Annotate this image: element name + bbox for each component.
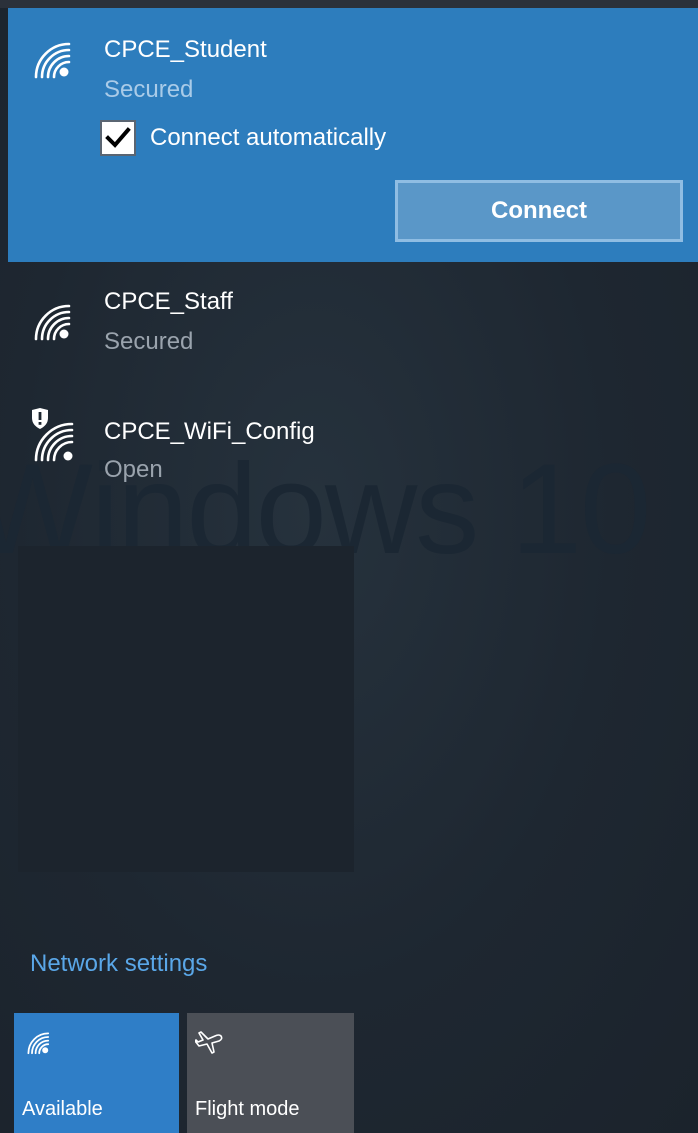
network-status: Secured [104, 328, 194, 355]
network-status: Open [104, 456, 163, 483]
network-ssid: CPCE_Staff [104, 288, 233, 315]
flyout-top-edge [0, 0, 698, 8]
checkmark-icon [105, 127, 131, 148]
network-item-cpce-staff[interactable]: CPCE_Staff Secured [8, 270, 698, 370]
background-dark-region [18, 546, 354, 872]
network-item-cpce-wifi-config[interactable]: CPCE_WiFi_Config Open [8, 400, 698, 500]
network-item-cpce-student[interactable]: CPCE_Student Secured Connect automatical… [8, 8, 698, 262]
connect-automatically-checkbox[interactable] [100, 120, 136, 156]
wifi-signal-icon [32, 302, 72, 342]
flight-mode-quick-action-tile[interactable]: Flight mode [187, 1013, 354, 1133]
wifi-quick-action-tile[interactable]: Available [14, 1013, 179, 1133]
network-ssid: CPCE_WiFi_Config [104, 418, 315, 445]
connect-button[interactable]: Connect [395, 180, 683, 242]
airplane-icon [194, 1027, 225, 1057]
network-status: Secured [104, 76, 194, 103]
network-flyout: Windows 10 CPCE_Student Secured Connect … [0, 0, 698, 1133]
wifi-signal-icon [26, 1031, 56, 1061]
connect-automatically-label[interactable]: Connect automatically [150, 124, 386, 152]
tile-label: Available [22, 1098, 103, 1120]
network-settings-link[interactable]: Network settings [30, 950, 207, 978]
wifi-signal-icon [32, 40, 72, 80]
network-ssid: CPCE_Student [104, 36, 267, 63]
wifi-shield-warning-icon [30, 408, 78, 464]
tile-label: Flight mode [195, 1098, 300, 1120]
